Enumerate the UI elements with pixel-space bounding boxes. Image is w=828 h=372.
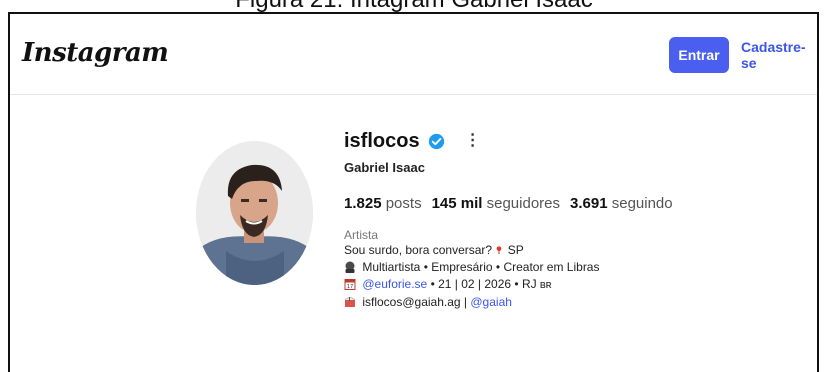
bio-line-1-text: Sou surdo, bora conversar? bbox=[344, 243, 493, 257]
bio-line-1-location: SP bbox=[507, 243, 524, 257]
profile-full-name: Gabriel Isaac bbox=[344, 160, 425, 175]
following-count: 3.691 bbox=[570, 195, 608, 212]
bio-line-1: Sou surdo, bora conversar? SP bbox=[344, 242, 804, 259]
euforie-link[interactable]: @euforie.se bbox=[362, 277, 427, 291]
followers-label: seguidores bbox=[486, 195, 561, 212]
bio-line-2: Multiartista • Empresário • Creator em L… bbox=[344, 259, 804, 276]
flag-br-label: BR bbox=[539, 281, 552, 290]
username-row: isflocos ⋮ bbox=[344, 126, 804, 156]
profile-avatar[interactable] bbox=[196, 141, 313, 285]
profile-username: isflocos bbox=[344, 129, 420, 152]
mailbox-icon bbox=[344, 297, 356, 307]
bio-line-3: 17 @euforie.se • 21 | 02 | 2026 • RJ BR bbox=[344, 276, 804, 294]
pin-icon bbox=[497, 246, 502, 254]
calendar-icon: 17 bbox=[344, 279, 356, 290]
posts-label: posts bbox=[385, 195, 422, 212]
bio-line-3-text: • 21 | 02 | 2026 • RJ bbox=[430, 277, 540, 291]
profile-category: Artista bbox=[344, 228, 379, 242]
following-stat[interactable]: 3.691 seguindo bbox=[570, 195, 673, 212]
svg-text:17: 17 bbox=[347, 284, 353, 290]
bio-line-2-text: Multiartista • Empresário • Creator em L… bbox=[362, 260, 600, 274]
instagram-window: Instagram Entrar Cadastre-se isflocos ⋮ bbox=[8, 12, 819, 372]
following-label: seguindo bbox=[611, 195, 673, 212]
posts-stat: 1.825 posts bbox=[344, 195, 422, 212]
followers-stat[interactable]: 145 mil seguidores bbox=[432, 195, 560, 212]
bio-line-4: isflocos@gaiah.ag | @gaiah bbox=[344, 294, 804, 311]
followers-count: 145 mil bbox=[431, 195, 483, 212]
profile-stats: 1.825 posts 145 mil seguidores 3.691 seg… bbox=[344, 195, 804, 212]
gaiah-link[interactable]: @gaiah bbox=[470, 295, 512, 309]
signup-link[interactable]: Cadastre-se bbox=[741, 37, 817, 73]
instagram-logo[interactable]: Instagram bbox=[22, 38, 169, 68]
posts-count: 1.825 bbox=[344, 195, 382, 212]
login-button[interactable]: Entrar bbox=[669, 37, 729, 73]
verified-badge-icon bbox=[428, 133, 444, 149]
email-text: isflocos@gaiah.ag | bbox=[362, 295, 471, 309]
top-navigation-bar: Instagram Entrar Cadastre-se bbox=[10, 14, 817, 95]
profile-bio: Sou surdo, bora conversar? SP Multiartis… bbox=[344, 242, 804, 311]
profile-info: isflocos ⋮ Gabriel Isaac 1.825 posts 145… bbox=[344, 126, 804, 311]
artist-emoji-icon bbox=[345, 261, 355, 273]
more-options-icon[interactable]: ⋮ bbox=[465, 133, 481, 149]
